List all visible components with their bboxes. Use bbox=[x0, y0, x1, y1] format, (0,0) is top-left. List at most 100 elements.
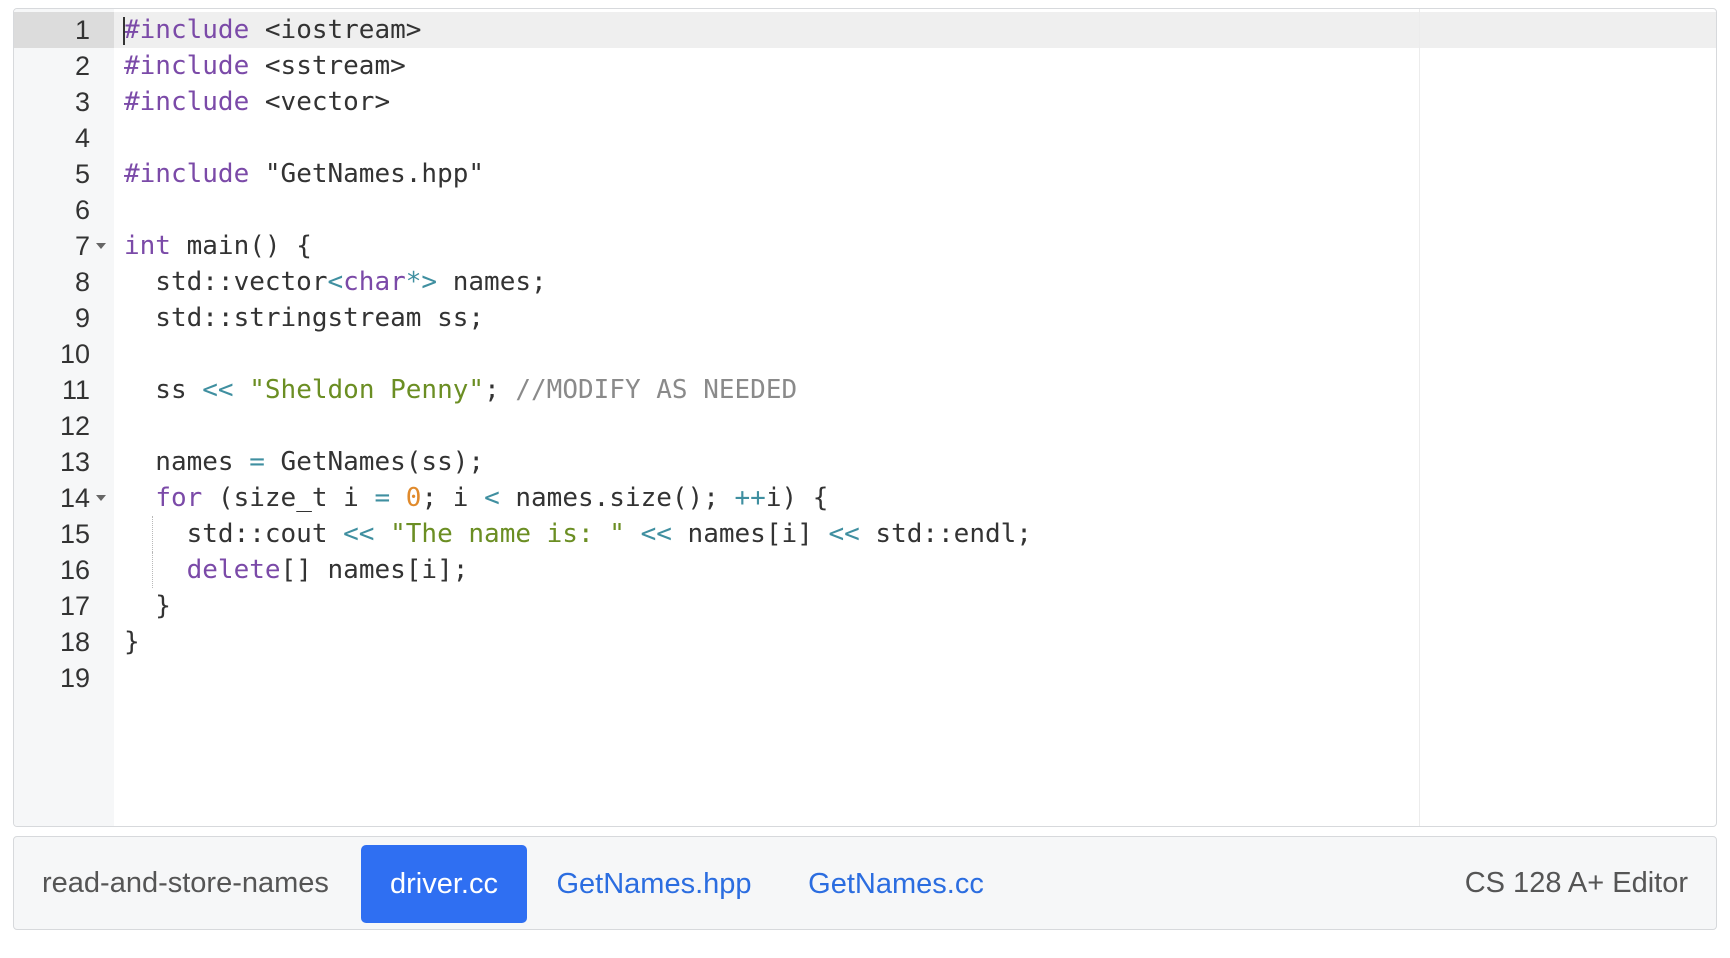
line-number: 19 bbox=[59, 663, 90, 693]
code-token: std::stringstream ss; bbox=[124, 303, 485, 333]
line-number: 11 bbox=[61, 375, 90, 405]
line-number: 12 bbox=[59, 411, 90, 441]
line-number: 3 bbox=[74, 87, 90, 117]
code-line[interactable]: 10 bbox=[14, 336, 1716, 372]
code-text: #include "GetNames.hpp" bbox=[124, 156, 484, 192]
code-token: 0 bbox=[405, 483, 422, 513]
code-line[interactable]: 15 std::cout << "The name is: " << names… bbox=[14, 516, 1716, 552]
code-token: GetNames(ss); bbox=[264, 447, 485, 477]
code-line[interactable]: 3 #include <vector> bbox=[14, 84, 1716, 120]
line-number: 1 bbox=[74, 15, 90, 45]
code-token: names; bbox=[437, 267, 547, 297]
code-token: #include bbox=[124, 15, 250, 45]
tab-getnames-hpp[interactable]: GetNames.hpp bbox=[544, 845, 764, 923]
fold-toggle-icon[interactable] bbox=[96, 243, 106, 249]
code-token: delete bbox=[186, 555, 281, 585]
code-token: std::vector bbox=[124, 267, 328, 297]
code-line[interactable]: 8 std::vector<char*> names; bbox=[14, 264, 1716, 300]
file-tab-bar: read-and-store-names driver.cc GetNames.… bbox=[13, 836, 1717, 930]
code-line[interactable]: 7 int main() { bbox=[14, 228, 1716, 264]
code-text: ss << "Sheldon Penny"; //MODIFY AS NEEDE… bbox=[124, 372, 797, 408]
code-token: ; bbox=[484, 375, 516, 405]
code-token: //MODIFY AS NEEDED bbox=[515, 375, 798, 405]
line-number: 10 bbox=[59, 339, 90, 369]
code-line[interactable]: 14 for (size_t i = 0; i < names.size(); … bbox=[14, 480, 1716, 516]
line-number: 2 bbox=[74, 51, 90, 81]
code-token: std::cout bbox=[124, 519, 344, 549]
code-token: #include bbox=[124, 51, 250, 81]
code-line[interactable]: 17 } bbox=[14, 588, 1716, 624]
code-token: ss bbox=[124, 375, 203, 405]
code-token: < bbox=[484, 483, 500, 513]
code-line[interactable]: 13 names = GetNames(ss); bbox=[14, 444, 1716, 480]
code-token: ; i bbox=[421, 483, 485, 513]
code-token: << bbox=[828, 519, 860, 549]
code-token: = bbox=[374, 483, 391, 513]
code-editor[interactable]: 1 #include <iostream> 2 #include <sstream> 3… bbox=[13, 8, 1717, 827]
code-line[interactable]: 5 #include "GetNames.hpp" bbox=[14, 156, 1716, 192]
code-token: } bbox=[124, 627, 140, 657]
code-text: std::stringstream ss; bbox=[124, 300, 484, 336]
code-line[interactable]: 19 bbox=[14, 660, 1716, 696]
code-line[interactable]: 18} bbox=[14, 624, 1716, 660]
line-number: 5 bbox=[74, 159, 90, 189]
code-token: "The name is: " bbox=[390, 519, 625, 549]
code-line[interactable]: 4 bbox=[14, 120, 1716, 156]
code-token: } bbox=[124, 591, 171, 621]
code-text: for (size_t i = 0; i < names.size(); ++i… bbox=[124, 480, 828, 516]
line-number: 14 bbox=[59, 483, 90, 513]
code-line[interactable]: 6 bbox=[14, 192, 1716, 228]
code-token: <vector> bbox=[249, 87, 391, 117]
code-token: main() { bbox=[170, 231, 312, 261]
code-text: #include <iostream> bbox=[124, 12, 421, 48]
code-token: (size_t i bbox=[202, 483, 375, 513]
editor-brand: CS 128 A+ Editor bbox=[1464, 867, 1688, 899]
code-token: names bbox=[124, 447, 250, 477]
code-token: = bbox=[249, 447, 265, 477]
code-text: } bbox=[124, 624, 140, 660]
code-lines[interactable]: 1 #include <iostream> 2 #include <sstream> 3… bbox=[14, 12, 1716, 696]
code-token: < bbox=[327, 267, 344, 297]
code-token: <sstream> bbox=[249, 51, 406, 81]
line-number: 16 bbox=[59, 555, 90, 585]
code-line[interactable]: 12 bbox=[14, 408, 1716, 444]
line-number: 17 bbox=[59, 591, 90, 621]
line-number: 8 bbox=[74, 267, 90, 297]
code-text: int main() { bbox=[124, 228, 312, 264]
fold-toggle-icon[interactable] bbox=[96, 495, 106, 501]
line-number: 4 bbox=[74, 123, 90, 153]
line-number: 18 bbox=[59, 627, 90, 657]
line-number: 13 bbox=[59, 447, 90, 477]
code-text: std::vector<char*> names; bbox=[124, 264, 547, 300]
code-text: names = GetNames(ss); bbox=[124, 444, 484, 480]
line-number: 15 bbox=[59, 519, 90, 549]
code-token: std::endl; bbox=[859, 519, 1032, 549]
code-text: #include <sstream> bbox=[124, 48, 406, 84]
code-token: #include bbox=[124, 159, 250, 189]
tab-getnames-cc[interactable]: GetNames.cc bbox=[796, 845, 996, 923]
tab-driver-cc[interactable]: driver.cc bbox=[361, 845, 527, 923]
project-name: read-and-store-names bbox=[42, 867, 329, 899]
code-token: char bbox=[343, 267, 406, 297]
line-number: 7 bbox=[74, 231, 90, 261]
code-token: #include bbox=[124, 87, 250, 117]
code-token: ++ bbox=[734, 483, 766, 513]
code-line[interactable]: 1 #include <iostream> bbox=[14, 12, 1716, 48]
code-token: "GetNames.hpp" bbox=[249, 159, 485, 189]
code-line[interactable]: 11 ss << "Sheldon Penny"; //MODIFY AS NE… bbox=[14, 372, 1716, 408]
code-line[interactable]: 2 #include <sstream> bbox=[14, 48, 1716, 84]
code-token: names.size(); bbox=[499, 483, 735, 513]
code-line[interactable]: 9 std::stringstream ss; bbox=[14, 300, 1716, 336]
code-line[interactable]: 16 delete[] names[i]; bbox=[14, 552, 1716, 588]
code-token: "Sheldon Penny" bbox=[249, 375, 485, 405]
line-number: 9 bbox=[74, 303, 90, 333]
code-token: << bbox=[202, 375, 234, 405]
code-token: << bbox=[343, 519, 375, 549]
code-text: } bbox=[124, 588, 171, 624]
line-number: 6 bbox=[74, 195, 90, 225]
